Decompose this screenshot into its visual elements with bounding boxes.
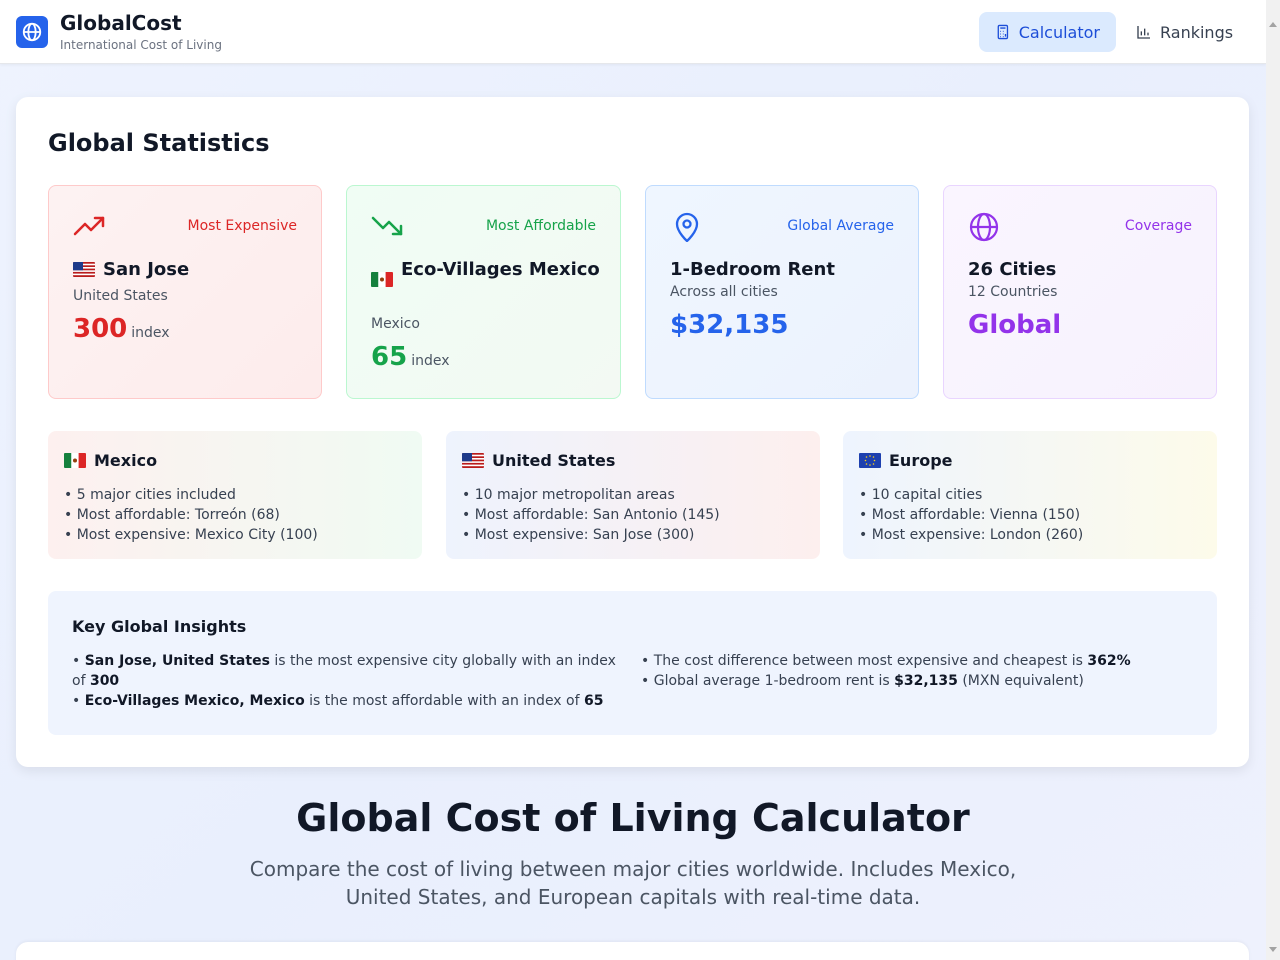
scroll-up-arrow-icon[interactable] xyxy=(1269,22,1277,27)
stat-metric-name: 26 Cities xyxy=(968,259,1057,280)
insight-value: 65 xyxy=(584,693,604,709)
insight-item: • San Jose, United States is the most ex… xyxy=(72,653,616,689)
insight-bold: Eco-Villages Mexico, Mexico xyxy=(84,693,305,709)
nav-calculator-button[interactable]: Calculator xyxy=(979,12,1116,52)
stat-country: United States xyxy=(73,288,168,304)
list-item: • Most expensive: London (260) xyxy=(859,527,1084,543)
trending-down-icon xyxy=(371,216,403,236)
region-card-mexico: Mexico • 5 major cities included • Most … xyxy=(48,431,422,559)
insight-text: Global average 1-bedroom rent is xyxy=(653,673,895,689)
region-title: Mexico xyxy=(64,451,157,470)
trending-up-icon xyxy=(73,216,105,236)
stat-unit: index xyxy=(131,325,170,341)
stat-global-average: Global Average 1-Bedroom Rent Across all… xyxy=(645,185,919,399)
stat-value: 300 index xyxy=(73,314,170,344)
us-flag-icon xyxy=(73,262,95,277)
list-item: • Most affordable: Torreón (68) xyxy=(64,507,280,523)
insight-item: • Global average 1-bedroom rent is $32,1… xyxy=(641,673,1084,689)
list-item: • Most affordable: Vienna (150) xyxy=(859,507,1081,523)
global-statistics-card: Global Statistics Most Expensive San Jos… xyxy=(16,97,1249,767)
list-item: • Most expensive: Mexico City (100) xyxy=(64,527,318,543)
region-list: • 5 major cities included • Most afforda… xyxy=(64,485,318,545)
region-list: • 10 major metropolitan areas • Most aff… xyxy=(462,485,720,545)
region-name: United States xyxy=(492,451,616,470)
stat-tag: Most Expensive xyxy=(187,218,297,234)
insight-suffix: (MXN equivalent) xyxy=(957,673,1084,689)
nav-rankings-label: Rankings xyxy=(1160,22,1234,42)
page-scrollbar[interactable] xyxy=(1266,0,1280,960)
insights-title: Key Global Insights xyxy=(72,617,247,636)
eu-flag-icon xyxy=(859,453,881,468)
stat-value: 65 index xyxy=(371,342,450,372)
globe-icon xyxy=(969,212,999,242)
brand-name[interactable]: GlobalCost xyxy=(60,11,182,35)
region-name: Europe xyxy=(889,451,953,470)
stat-city-label: San Jose xyxy=(103,259,190,280)
stat-tag: Coverage xyxy=(1124,218,1192,234)
insight-text: The cost difference between most expensi… xyxy=(653,653,1088,669)
stat-city-label: Eco-Villages Mexico xyxy=(401,259,600,280)
stat-city-name: San Jose xyxy=(73,256,189,284)
region-name: Mexico xyxy=(94,451,158,470)
stat-sub: Across all cities xyxy=(670,284,778,300)
insight-value: $32,135 xyxy=(894,673,958,689)
insight-value: 362% xyxy=(1087,653,1131,669)
brand-subtitle: International Cost of Living xyxy=(60,38,222,52)
stat-city-name: Eco-Villages Mexico xyxy=(371,256,601,287)
insight-item: • Eco-Villages Mexico, Mexico is the mos… xyxy=(72,693,604,709)
list-item: • Most affordable: San Antonio (145) xyxy=(462,507,720,523)
list-item: • 10 major metropolitan areas xyxy=(462,487,675,503)
nav-rankings-button[interactable]: Rankings xyxy=(1120,12,1250,52)
page-title: Global Cost of Living Calculator xyxy=(296,796,970,840)
stat-unit: index xyxy=(411,353,450,369)
stat-index-value: 65 xyxy=(371,342,408,372)
globe-logo-icon[interactable] xyxy=(16,16,48,48)
top-header: GlobalCost International Cost of Living … xyxy=(0,0,1266,64)
region-list: • 10 capital cities • Most affordable: V… xyxy=(859,485,1083,545)
list-item: • 10 capital cities xyxy=(859,487,983,503)
region-card-united-states: United States • 10 major metropolitan ar… xyxy=(446,431,820,559)
list-item: • 5 major cities included xyxy=(64,487,236,503)
mexico-flag-icon xyxy=(371,272,393,287)
stat-tag: Most Affordable xyxy=(485,218,596,234)
us-flag-icon xyxy=(462,453,484,468)
stat-most-expensive: Most Expensive San Jose United States 30… xyxy=(48,185,322,399)
insight-item: • The cost difference between most expen… xyxy=(641,653,1131,669)
insight-text: is the most affordable with an index of xyxy=(304,693,584,709)
region-card-europe: Europe • 10 capital cities • Most afford… xyxy=(843,431,1217,559)
region-title: United States xyxy=(462,451,615,470)
mexico-flag-icon xyxy=(64,453,86,468)
stat-tag: Global Average xyxy=(787,218,894,234)
stat-index-value: 300 xyxy=(73,314,128,344)
page-subtitle: Compare the cost of living between major… xyxy=(249,857,1017,909)
stat-value: Global xyxy=(968,310,1062,340)
stat-country: Mexico xyxy=(371,316,420,332)
list-item: • Most expensive: San Jose (300) xyxy=(462,527,695,543)
insights-left-column: • San Jose, United States is the most ex… xyxy=(72,651,626,711)
scroll-down-arrow-icon[interactable] xyxy=(1269,947,1277,952)
section-title: Global Statistics xyxy=(48,129,270,157)
calculator-icon xyxy=(997,24,1009,40)
stat-coverage: Coverage 26 Cities 12 Countries Global xyxy=(943,185,1217,399)
insights-right-column: • The cost difference between most expen… xyxy=(641,651,1201,691)
insight-bold: San Jose, United States xyxy=(84,653,270,669)
map-pin-icon xyxy=(675,212,699,242)
insight-value: 300 xyxy=(89,673,120,689)
stat-most-affordable: Most Affordable Eco-Villages Mexico Mexi… xyxy=(346,185,621,399)
nav-calculator-label: Calculator xyxy=(1018,22,1100,42)
bar-chart-icon xyxy=(1137,26,1150,39)
key-insights-panel: Key Global Insights • San Jose, United S… xyxy=(48,591,1217,735)
region-title: Europe xyxy=(859,451,953,470)
stat-sub: 12 Countries xyxy=(968,284,1058,300)
stat-value: $32,135 xyxy=(670,310,789,340)
calculator-card xyxy=(16,942,1249,960)
stat-metric-name: 1-Bedroom Rent xyxy=(670,259,835,280)
